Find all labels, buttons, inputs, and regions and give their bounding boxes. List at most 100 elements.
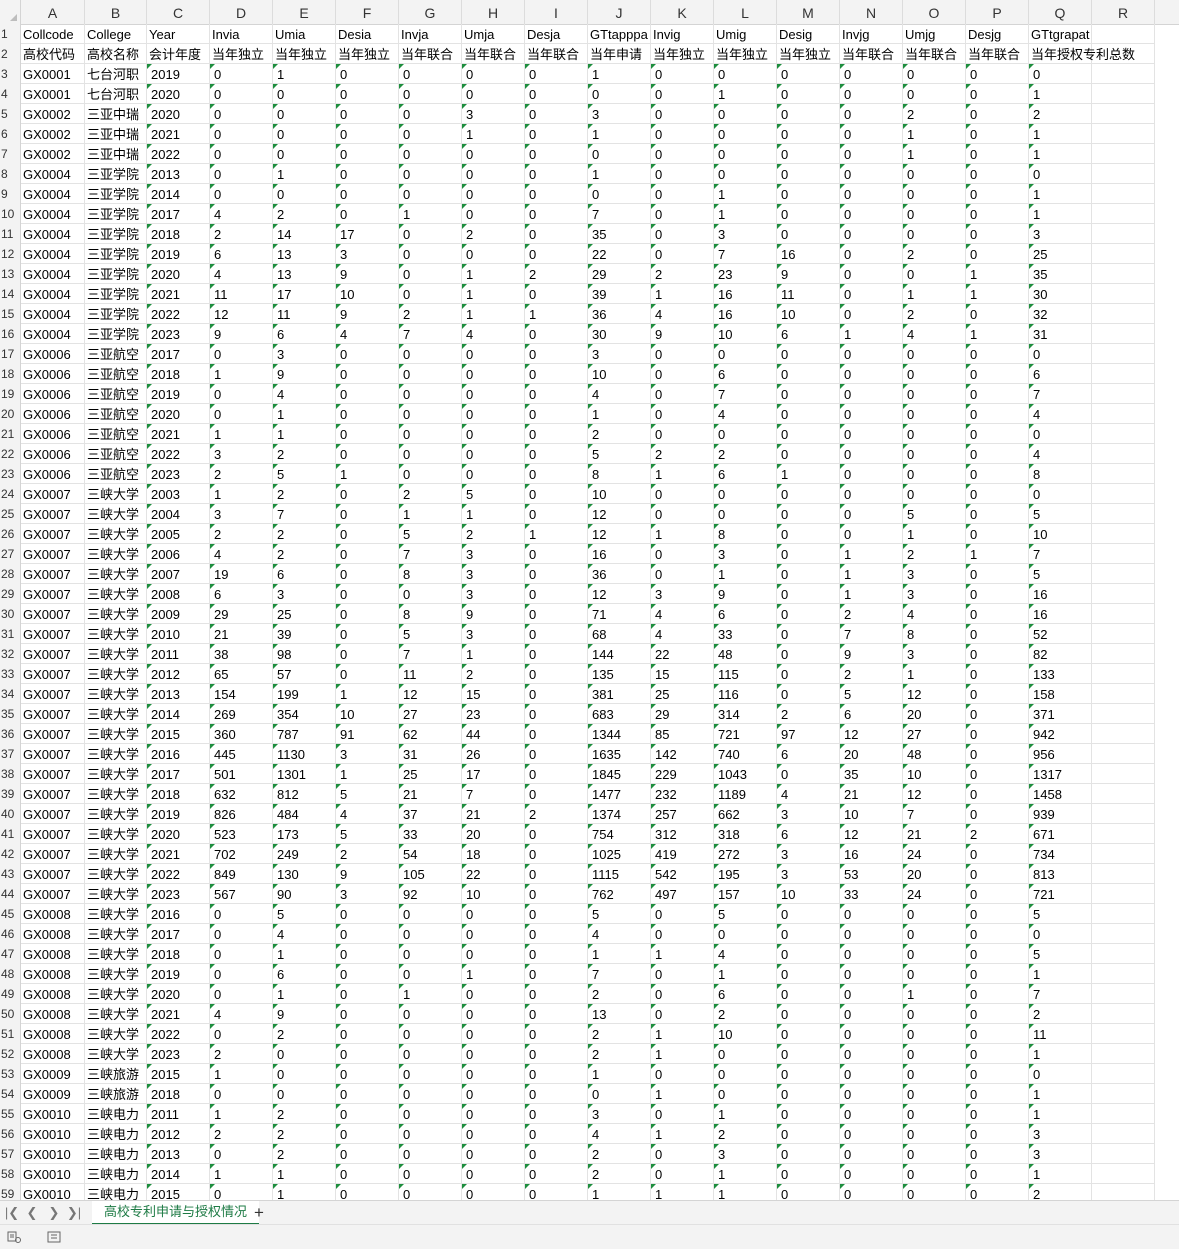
cell[interactable]: 17 xyxy=(462,764,525,784)
cell[interactable]: 0 xyxy=(966,724,1029,744)
cell[interactable]: GX0006 xyxy=(21,384,85,404)
cell[interactable]: 4 xyxy=(1029,404,1092,424)
cell[interactable]: 7 xyxy=(588,204,651,224)
cell[interactable]: 0 xyxy=(210,84,273,104)
cell[interactable]: GX0008 xyxy=(21,904,85,924)
cell[interactable]: 0 xyxy=(399,264,462,284)
cell[interactable]: GX0008 xyxy=(21,964,85,984)
cell[interactable]: 0 xyxy=(336,444,399,464)
cell[interactable]: 1 xyxy=(588,164,651,184)
cell[interactable]: 3 xyxy=(336,884,399,904)
cell[interactable]: 0 xyxy=(966,184,1029,204)
cell[interactable]: 8 xyxy=(399,564,462,584)
cell[interactable]: 0 xyxy=(840,264,903,284)
cell[interactable] xyxy=(1092,1004,1155,1024)
cell[interactable]: 2 xyxy=(210,224,273,244)
cell[interactable]: 0 xyxy=(273,184,336,204)
column-header[interactable]: B xyxy=(85,0,147,24)
cell[interactable]: 0 xyxy=(525,1104,588,1124)
cell[interactable]: College xyxy=(85,24,147,44)
cell[interactable]: GX0007 xyxy=(21,624,85,644)
cell[interactable]: 0 xyxy=(336,904,399,924)
row-header[interactable]: 18 xyxy=(0,364,20,384)
cell[interactable]: 9 xyxy=(210,324,273,344)
cell[interactable]: 0 xyxy=(651,224,714,244)
cell[interactable]: 0 xyxy=(651,184,714,204)
cell[interactable]: 2 xyxy=(399,484,462,504)
cell[interactable]: 542 xyxy=(651,864,714,884)
cell[interactable]: 2 xyxy=(273,1124,336,1144)
cell[interactable]: 10 xyxy=(903,764,966,784)
cell[interactable]: 2 xyxy=(210,1044,273,1064)
cell[interactable]: 1 xyxy=(462,964,525,984)
cell[interactable]: 0 xyxy=(399,224,462,244)
cell[interactable] xyxy=(1092,184,1155,204)
cell[interactable]: 0 xyxy=(399,944,462,964)
cell[interactable]: 0 xyxy=(777,384,840,404)
cell[interactable]: 2019 xyxy=(147,384,210,404)
cell[interactable]: 三亚学院 xyxy=(85,184,147,204)
cell[interactable]: 0 xyxy=(399,1184,462,1200)
cell[interactable]: 3 xyxy=(651,584,714,604)
cell[interactable]: 5 xyxy=(588,444,651,464)
cell[interactable]: 1 xyxy=(273,404,336,424)
cell[interactable]: 0 xyxy=(840,1004,903,1024)
cell[interactable]: 0 xyxy=(336,364,399,384)
cell[interactable]: 1 xyxy=(1029,84,1092,104)
cell[interactable]: 3 xyxy=(210,504,273,524)
cell[interactable]: 0 xyxy=(462,1104,525,1124)
cell[interactable]: 三亚航空 xyxy=(85,384,147,404)
cell[interactable]: 3 xyxy=(462,544,525,564)
cell[interactable]: 0 xyxy=(651,964,714,984)
cell[interactable]: 0 xyxy=(777,1004,840,1024)
cell[interactable]: 0 xyxy=(903,404,966,424)
cell[interactable] xyxy=(1092,704,1155,724)
cell[interactable]: 5 xyxy=(1029,904,1092,924)
cell[interactable]: 2 xyxy=(462,524,525,544)
cell[interactable]: 1 xyxy=(903,984,966,1004)
cell[interactable] xyxy=(1092,1064,1155,1084)
cell[interactable]: Desjg xyxy=(966,24,1029,44)
cell[interactable]: 0 xyxy=(525,504,588,524)
cell[interactable]: 0 xyxy=(525,704,588,724)
cell[interactable] xyxy=(1092,384,1155,404)
cell[interactable]: 0 xyxy=(966,744,1029,764)
cell[interactable]: 三峡大学 xyxy=(85,984,147,1004)
cell[interactable]: Desja xyxy=(525,24,588,44)
cell[interactable]: 2018 xyxy=(147,784,210,804)
row-header[interactable]: 26 xyxy=(0,524,20,544)
cell[interactable]: 0 xyxy=(903,904,966,924)
row-header[interactable]: 37 xyxy=(0,744,20,764)
cell[interactable]: 0 xyxy=(525,324,588,344)
cell[interactable]: 2 xyxy=(903,544,966,564)
cell[interactable]: 三峡大学 xyxy=(85,1024,147,1044)
cell[interactable]: 2 xyxy=(714,1124,777,1144)
cell[interactable]: GX0009 xyxy=(21,1064,85,1084)
cell[interactable]: 11 xyxy=(1029,1024,1092,1044)
select-all-corner[interactable] xyxy=(0,0,21,24)
cell[interactable]: 0 xyxy=(399,404,462,424)
cell[interactable]: 0 xyxy=(966,944,1029,964)
cell[interactable]: 3 xyxy=(903,644,966,664)
cell[interactable]: 2018 xyxy=(147,364,210,384)
cell[interactable] xyxy=(1092,864,1155,884)
cell[interactable]: 484 xyxy=(273,804,336,824)
cell[interactable]: 三峡大学 xyxy=(85,504,147,524)
cell[interactable]: 0 xyxy=(399,1024,462,1044)
cell[interactable]: 497 xyxy=(651,884,714,904)
cell[interactable]: 354 xyxy=(273,704,336,724)
row-header[interactable]: 30 xyxy=(0,604,20,624)
cell[interactable]: 0 xyxy=(651,484,714,504)
cell[interactable]: 1 xyxy=(714,564,777,584)
cell[interactable]: 0 xyxy=(903,344,966,364)
cell[interactable]: 0 xyxy=(399,964,462,984)
cell[interactable]: 6 xyxy=(1029,364,1092,384)
cell[interactable]: GX0008 xyxy=(21,1004,85,1024)
cell[interactable]: 2 xyxy=(966,824,1029,844)
cell[interactable]: 0 xyxy=(273,104,336,124)
cell[interactable]: 0 xyxy=(840,344,903,364)
cell[interactable]: 567 xyxy=(210,884,273,904)
cell[interactable]: 0 xyxy=(903,204,966,224)
cell[interactable]: 2 xyxy=(588,984,651,1004)
cell[interactable]: 0 xyxy=(840,504,903,524)
